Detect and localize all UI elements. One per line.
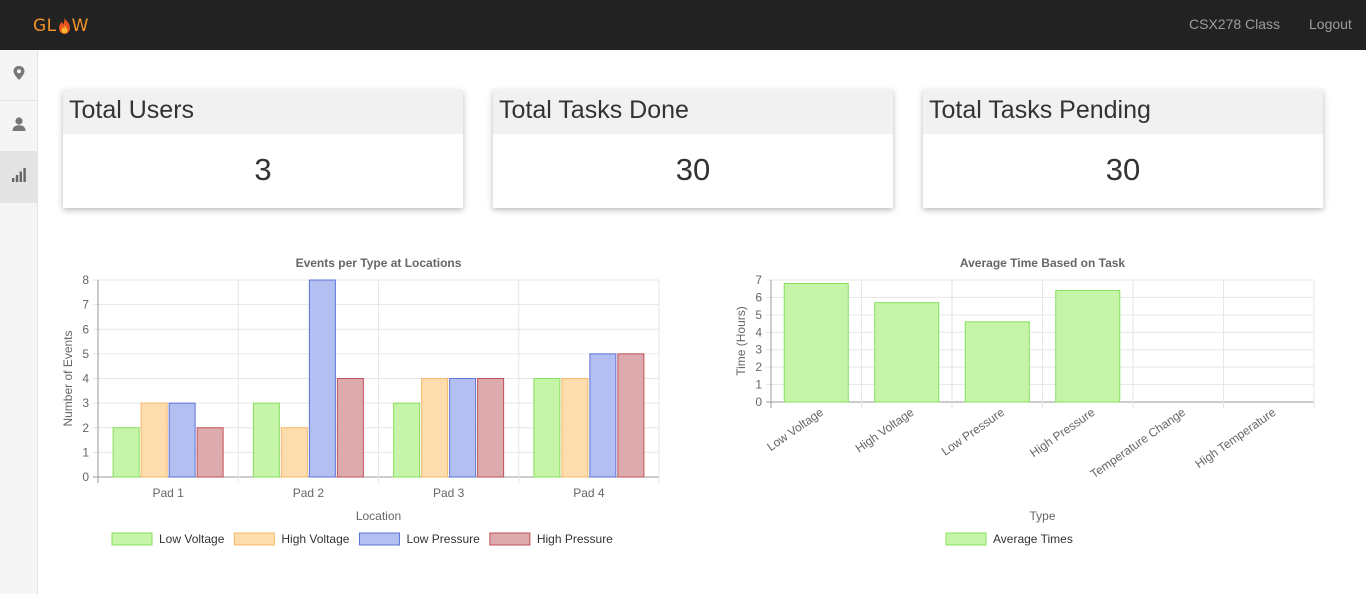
- x-axis-label: Type: [1029, 509, 1055, 523]
- y-tick-label: 4: [755, 325, 762, 339]
- legend-label: High Voltage: [281, 532, 349, 546]
- legend-label: Low Voltage: [159, 532, 225, 546]
- legend-swatch: [358, 532, 400, 546]
- bar: [421, 378, 449, 478]
- bar: [252, 402, 280, 478]
- y-tick-label: 6: [755, 290, 762, 304]
- bar: [112, 427, 140, 478]
- y-tick-label: 1: [82, 445, 89, 459]
- x-tick-label: Temperature Change: [1088, 405, 1189, 481]
- y-tick-label: 3: [755, 343, 762, 357]
- bar: [589, 353, 617, 478]
- x-tick-label: Pad 4: [573, 486, 605, 500]
- bar: [783, 282, 849, 403]
- y-tick-label: 0: [82, 470, 89, 484]
- bar: [561, 378, 589, 478]
- bar: [280, 427, 308, 478]
- legend-swatch: [489, 532, 531, 546]
- x-tick-label: Pad 2: [293, 486, 325, 500]
- y-tick-label: 0: [755, 395, 762, 409]
- bar: [1055, 289, 1121, 403]
- legend-swatch: [233, 532, 275, 546]
- bar: [449, 378, 477, 478]
- x-tick-label: High Voltage: [853, 405, 917, 456]
- x-tick-label: High Temperature: [1192, 405, 1278, 471]
- bar: [874, 302, 940, 403]
- bar: [140, 402, 168, 478]
- bar: [168, 402, 196, 478]
- y-tick-label: 5: [82, 347, 89, 361]
- legend-label: Low Pressure: [406, 532, 480, 546]
- bar: [617, 353, 645, 478]
- y-tick-label: 8: [82, 273, 89, 287]
- y-tick-label: 2: [82, 421, 89, 435]
- y-tick-label: 1: [755, 378, 762, 392]
- bar: [393, 402, 421, 478]
- x-tick-label: High Pressure: [1027, 405, 1098, 460]
- x-tick-label: Low Voltage: [764, 405, 826, 454]
- x-tick-label: Pad 3: [433, 486, 465, 500]
- y-tick-label: 2: [755, 360, 762, 374]
- chart-title: Events per Type at Locations: [296, 256, 462, 270]
- legend-label: Average Times: [993, 532, 1073, 546]
- y-axis-label: Time (Hours): [734, 306, 748, 376]
- bar: [964, 321, 1030, 403]
- legend-swatch: [945, 532, 987, 546]
- y-tick-label: 4: [82, 372, 89, 386]
- y-tick-label: 3: [82, 396, 89, 410]
- bar: [477, 378, 505, 478]
- y-tick-label: 6: [82, 322, 89, 336]
- bar: [308, 279, 336, 478]
- chart-title: Average Time Based on Task: [960, 256, 1126, 270]
- x-tick-label: Low Pressure: [939, 405, 1007, 459]
- legend-swatch: [111, 532, 153, 546]
- legend-label: High Pressure: [537, 532, 613, 546]
- y-tick-label: 7: [755, 273, 762, 287]
- bar: [336, 378, 364, 478]
- y-tick-label: 7: [82, 298, 89, 312]
- bar: [196, 427, 224, 478]
- y-axis-label: Number of Events: [61, 330, 75, 426]
- x-axis-label: Location: [356, 509, 401, 523]
- events-per-type-chart: Events per Type at Locations 0 1 2 3 4 5 6 7 8 Pad…: [61, 256, 1315, 546]
- y-tick-label: 5: [755, 308, 762, 322]
- bar: [533, 378, 561, 478]
- x-tick-label: Pad 1: [152, 486, 184, 500]
